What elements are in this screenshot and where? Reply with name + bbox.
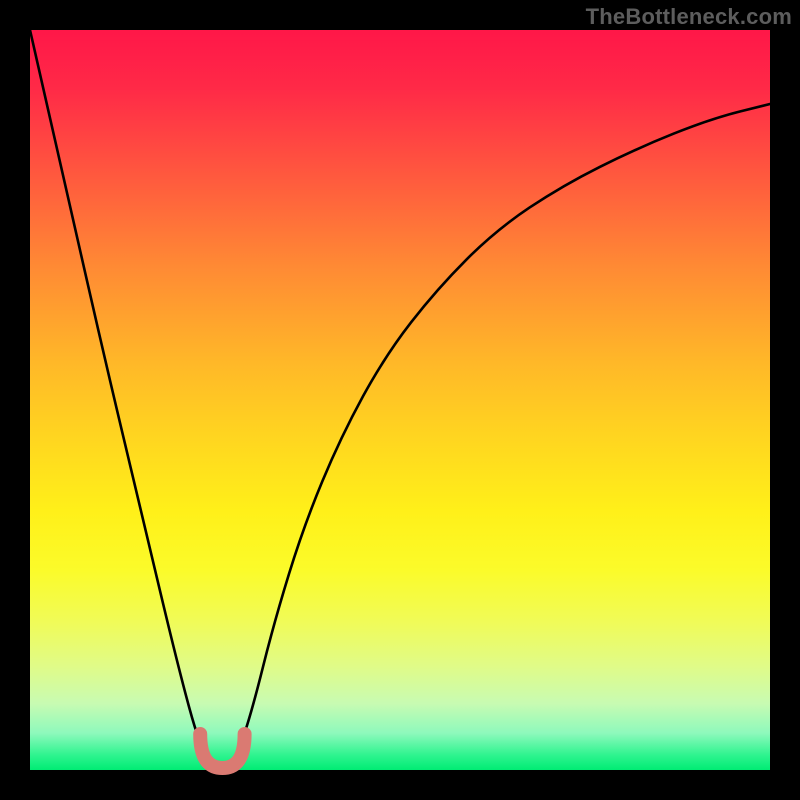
chart-svg xyxy=(30,30,770,770)
chart-canvas xyxy=(30,30,770,770)
optimum-marker xyxy=(200,734,244,768)
watermark-text: TheBottleneck.com xyxy=(586,4,792,30)
bottleneck-curve xyxy=(30,30,770,770)
